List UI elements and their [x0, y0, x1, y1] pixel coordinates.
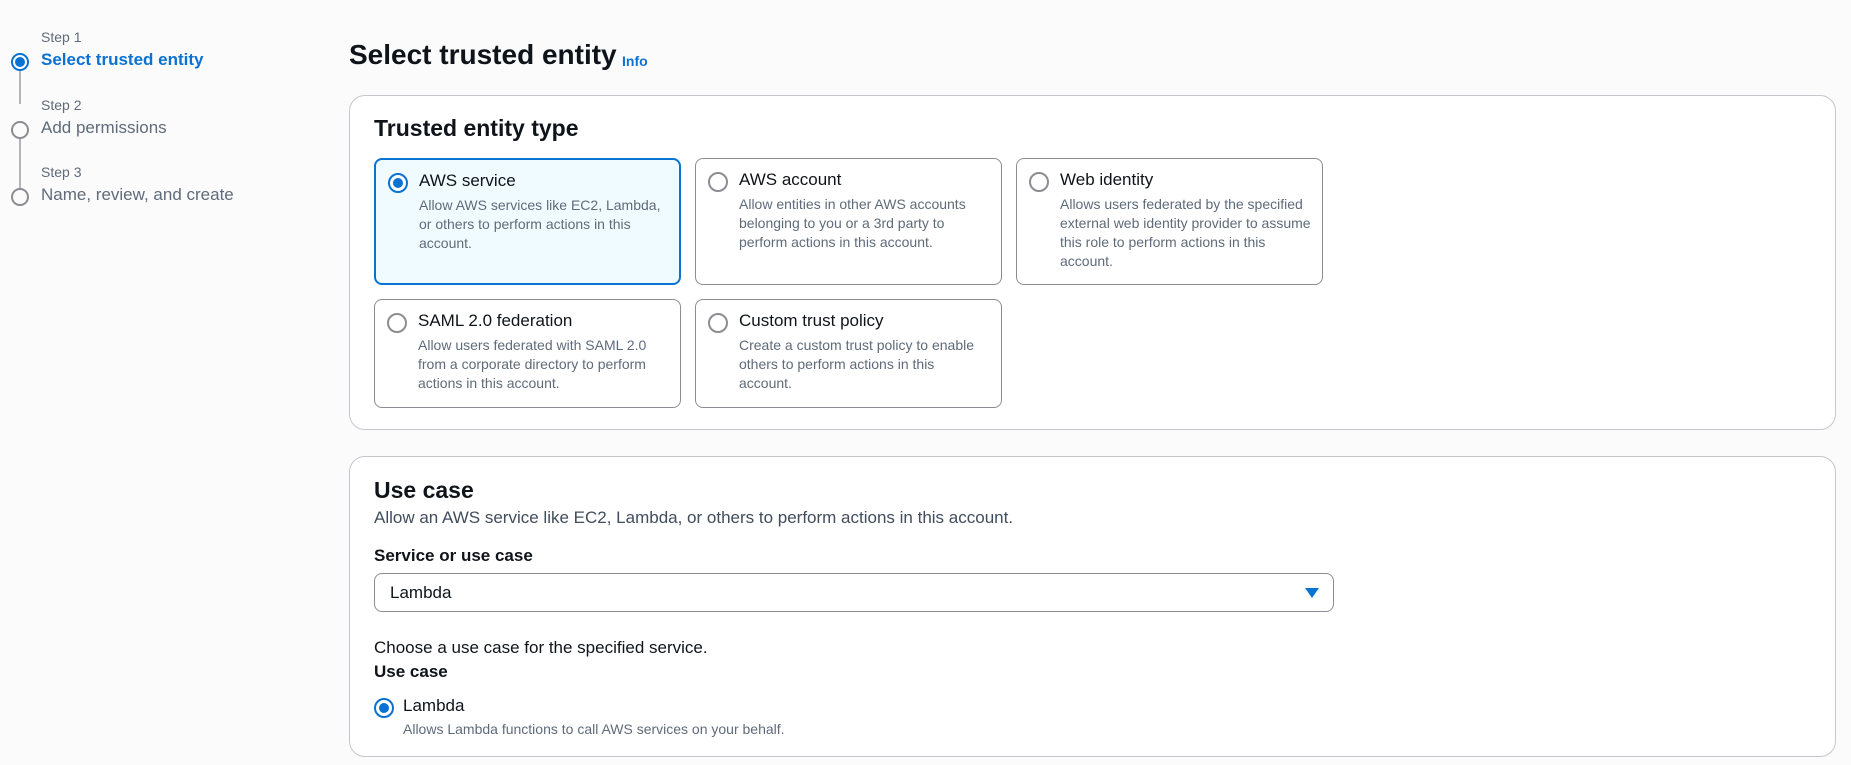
tile-custom-trust-policy[interactable]: Custom trust policy Create a custom trus… — [695, 299, 1002, 408]
radio-checked-icon[interactable] — [374, 698, 394, 718]
tile-description: Allow AWS services like EC2, Lambda, or … — [419, 197, 661, 251]
use-case-option-description: Allows Lambda functions to call AWS serv… — [403, 721, 785, 737]
radio-checked-icon[interactable] — [388, 173, 408, 193]
tile-aws-account[interactable]: AWS account Allow entities in other AWS … — [695, 158, 1002, 285]
radio-icon[interactable] — [708, 172, 728, 192]
tile-aws-service[interactable]: AWS service Allow AWS services like EC2,… — [374, 158, 681, 285]
radio-icon[interactable] — [1029, 172, 1049, 192]
choose-use-case-text: Choose a use case for the specified serv… — [374, 638, 708, 657]
tile-label: SAML 2.0 federation — [418, 311, 573, 330]
info-link[interactable]: Info — [622, 53, 648, 69]
use-case-description: Allow an AWS service like EC2, Lambda, o… — [374, 508, 1014, 527]
use-case-option-label[interactable]: Lambda — [403, 696, 464, 716]
step-number: Step 1 — [41, 29, 82, 45]
tile-description: Allows users federated by the specified … — [1060, 196, 1311, 269]
use-case-panel: Use case Allow an AWS service like EC2, … — [349, 456, 1836, 757]
tile-description: Allow entities in other AWS accounts bel… — [739, 196, 966, 250]
step-title[interactable]: Add permissions — [41, 118, 167, 138]
step-title[interactable]: Name, review, and create — [41, 185, 234, 205]
tile-web-identity[interactable]: Web identity Allows users federated by t… — [1016, 158, 1323, 285]
tile-label: Web identity — [1060, 170, 1154, 189]
tile-description: Allow users federated with SAML 2.0 from… — [418, 337, 647, 391]
wizard-stepper: Step 1 Select trusted entity Step 2 Add … — [0, 0, 300, 765]
panel-title: Trusted entity type — [374, 115, 579, 141]
tile-saml-federation[interactable]: SAML 2.0 federation Allow users federate… — [374, 299, 681, 408]
service-field-label: Service or use case — [374, 546, 533, 565]
tile-label: AWS account — [739, 170, 842, 189]
radio-icon[interactable] — [708, 313, 728, 333]
tile-label: Custom trust policy — [739, 311, 884, 330]
step-number: Step 2 — [41, 97, 82, 113]
service-select-value: Lambda — [390, 583, 452, 602]
page-title: Select trusted entity — [349, 39, 617, 70]
tile-label: AWS service — [419, 171, 516, 190]
tile-description: Create a custom trust policy to enable o… — [739, 337, 975, 391]
page: Step 1 Select trusted entity Step 2 Add … — [0, 0, 1851, 765]
caret-down-icon[interactable] — [1305, 588, 1319, 598]
step-title[interactable]: Select trusted entity — [41, 50, 204, 70]
pending-step-icon — [11, 188, 29, 206]
radio-icon[interactable] — [387, 313, 407, 333]
active-step-icon — [11, 53, 29, 71]
trusted-entity-panel: Trusted entity type AWS service Allow AW… — [349, 95, 1836, 430]
service-select[interactable]: Lambda — [374, 573, 1334, 612]
pending-step-icon — [11, 121, 29, 139]
panel-title: Use case — [374, 477, 474, 503]
use-case-field-label: Use case — [374, 662, 448, 681]
step-number: Step 3 — [41, 164, 82, 180]
